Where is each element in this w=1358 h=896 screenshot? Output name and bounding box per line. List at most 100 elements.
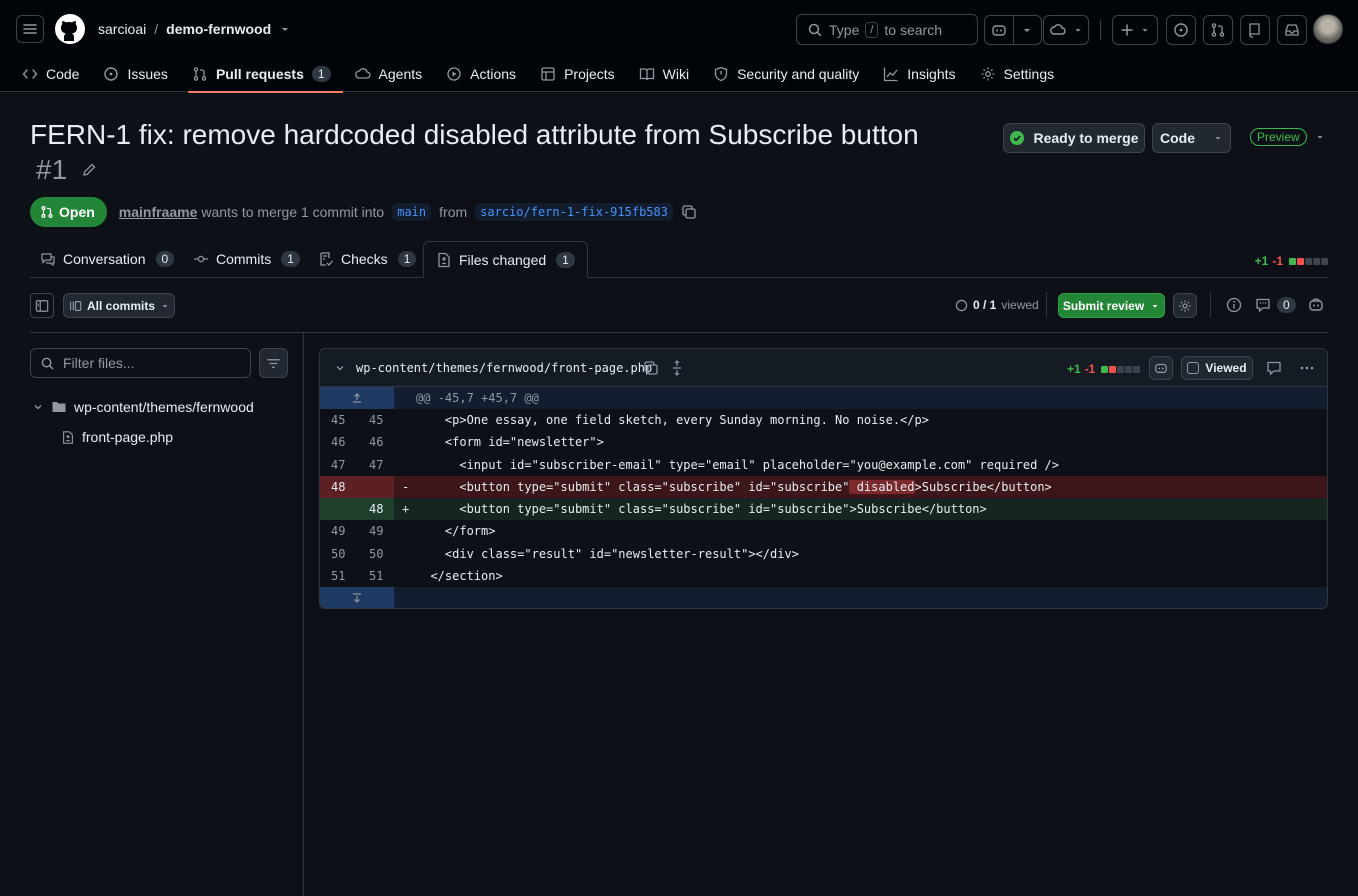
viewed-checkbox[interactable]: [1187, 362, 1200, 374]
expand-up-button[interactable]: [320, 387, 394, 409]
file-diff-icon: [63, 430, 73, 444]
info-icon[interactable]: [1226, 297, 1242, 313]
old-line-number[interactable]: 47: [320, 453, 357, 476]
tab-settings[interactable]: Settings: [968, 56, 1067, 92]
chevron-down-icon[interactable]: [279, 23, 291, 35]
kebab-icon[interactable]: [1299, 360, 1315, 376]
new-line-number[interactable]: 46: [357, 431, 394, 454]
tab-security[interactable]: Security and quality: [701, 56, 871, 92]
filter-options-button[interactable]: [259, 348, 288, 378]
expand-down-button[interactable]: [320, 587, 394, 608]
tab-files-changed[interactable]: Files changed 1: [423, 241, 588, 278]
tab-code-label: Code: [46, 66, 80, 82]
collapse-chevron-icon[interactable]: [334, 362, 346, 374]
repo-icon: [1249, 23, 1260, 38]
inbox-button[interactable]: [1277, 15, 1307, 45]
new-line-number[interactable]: 49: [357, 520, 394, 543]
all-commits-button[interactable]: All commits: [63, 293, 175, 318]
copilot-review-button[interactable]: [1149, 356, 1173, 380]
filter-files-input[interactable]: Filter files...: [30, 348, 251, 378]
diff-line: 48 - <button type="submit" class="subscri…: [320, 475, 1327, 498]
code-dropdown-button[interactable]: Code: [1152, 123, 1231, 153]
tab-checks-label: Checks: [341, 251, 388, 267]
tree-folder[interactable]: wp-content/themes/fernwood: [32, 399, 254, 415]
new-line-number[interactable]: [357, 475, 394, 498]
old-line-number[interactable]: [320, 498, 357, 521]
copilot-icon[interactable]: [1308, 297, 1324, 313]
submit-review-button[interactable]: Submit review: [1058, 293, 1165, 318]
tab-commits[interactable]: Commits 1: [193, 251, 300, 267]
new-line-number[interactable]: 47: [357, 453, 394, 476]
copy-icon[interactable]: [681, 204, 697, 220]
global-header: sarcioai / demo-fernwood Type / to searc…: [0, 0, 1358, 93]
search-icon: [41, 357, 54, 369]
copy-icon[interactable]: [643, 360, 659, 376]
author-link[interactable]: mainfraame: [119, 204, 198, 220]
new-line-number[interactable]: 48: [357, 498, 394, 521]
old-line-number[interactable]: 48: [320, 475, 357, 498]
pr-tabs: Conversation 0 Commits 1 Checks 1 Files …: [30, 241, 1328, 278]
file-diff-icon: [438, 252, 450, 267]
table-icon: [541, 67, 555, 81]
preview-badge[interactable]: Preview: [1250, 128, 1307, 146]
tab-pull-requests[interactable]: Pull requests 1: [180, 56, 343, 93]
tab-checks[interactable]: Checks 1: [318, 251, 417, 267]
code-icon: [22, 69, 38, 79]
avatar[interactable]: [1313, 14, 1343, 44]
create-new-button[interactable]: [1112, 15, 1158, 45]
comment-icon[interactable]: [1266, 360, 1282, 376]
pull-requests-shortcut-button[interactable]: [1203, 15, 1233, 45]
new-line-number[interactable]: 51: [357, 564, 394, 587]
comments-count: 0: [1277, 297, 1296, 313]
menu-button[interactable]: [16, 15, 44, 43]
search-input[interactable]: Type / to search: [796, 14, 978, 45]
tab-files-changed-label: Files changed: [459, 251, 547, 268]
old-line-number[interactable]: 51: [320, 564, 357, 587]
shield-icon: [714, 66, 728, 82]
viewed-suffix: viewed: [1001, 298, 1039, 312]
tab-projects[interactable]: Projects: [528, 56, 627, 92]
search-placeholder-post: to search: [884, 21, 943, 38]
issues-shortcut-button[interactable]: [1166, 15, 1196, 45]
tab-agents-label: Agents: [378, 66, 423, 82]
old-line-number[interactable]: 45: [320, 409, 357, 432]
graph-icon: [884, 67, 898, 82]
tab-code[interactable]: Code: [16, 56, 91, 92]
ready-to-merge-button[interactable]: Ready to merge: [1003, 123, 1145, 153]
chevron-down-icon[interactable]: [1315, 132, 1325, 142]
new-line-number[interactable]: 45: [357, 409, 394, 432]
tab-insights[interactable]: Insights: [871, 56, 967, 92]
tab-issues[interactable]: Issues: [91, 56, 179, 92]
tree-file[interactable]: front-page.php: [61, 429, 173, 445]
old-line-number[interactable]: 49: [320, 520, 357, 543]
head-branch[interactable]: sarcio/fern-1-fix-915fb583: [475, 203, 673, 221]
inbox-icon: [1285, 24, 1299, 36]
toggle-file-tree-button[interactable]: [30, 293, 54, 318]
pull-requests-count: 1: [311, 66, 331, 82]
diff-file-path[interactable]: wp-content/themes/fernwood/front-page.ph…: [356, 361, 652, 375]
tab-actions[interactable]: Actions: [434, 56, 528, 92]
diff-line: 46 46 <form id="newsletter">: [320, 431, 1327, 454]
codespaces-button[interactable]: [1043, 15, 1089, 45]
comments-counter[interactable]: 0: [1255, 297, 1296, 313]
repo-link[interactable]: demo-fernwood: [166, 21, 271, 37]
viewed-checkbox-button[interactable]: Viewed: [1181, 356, 1253, 380]
checklist-icon: [320, 252, 333, 266]
expand-all-icon[interactable]: [669, 360, 685, 376]
old-line-number[interactable]: 50: [320, 542, 357, 565]
tab-conversation[interactable]: Conversation 0: [40, 251, 175, 267]
owner-link[interactable]: sarcioai: [98, 21, 146, 37]
tab-wiki[interactable]: Wiki: [627, 56, 701, 92]
tab-agents[interactable]: Agents: [343, 56, 435, 92]
new-line-number[interactable]: 50: [357, 542, 394, 565]
repositories-shortcut-button[interactable]: [1240, 15, 1270, 45]
github-logo-icon[interactable]: [55, 14, 85, 44]
base-branch[interactable]: main: [392, 203, 432, 221]
old-line-number[interactable]: 46: [320, 431, 357, 454]
pencil-icon[interactable]: [81, 162, 97, 178]
from-text: from: [439, 204, 468, 220]
diff-sign: +: [402, 502, 410, 517]
copilot-button[interactable]: [984, 15, 1042, 45]
viewed-progress: 0 / 1 viewed: [955, 298, 1039, 312]
diff-settings-button[interactable]: [1173, 293, 1197, 318]
